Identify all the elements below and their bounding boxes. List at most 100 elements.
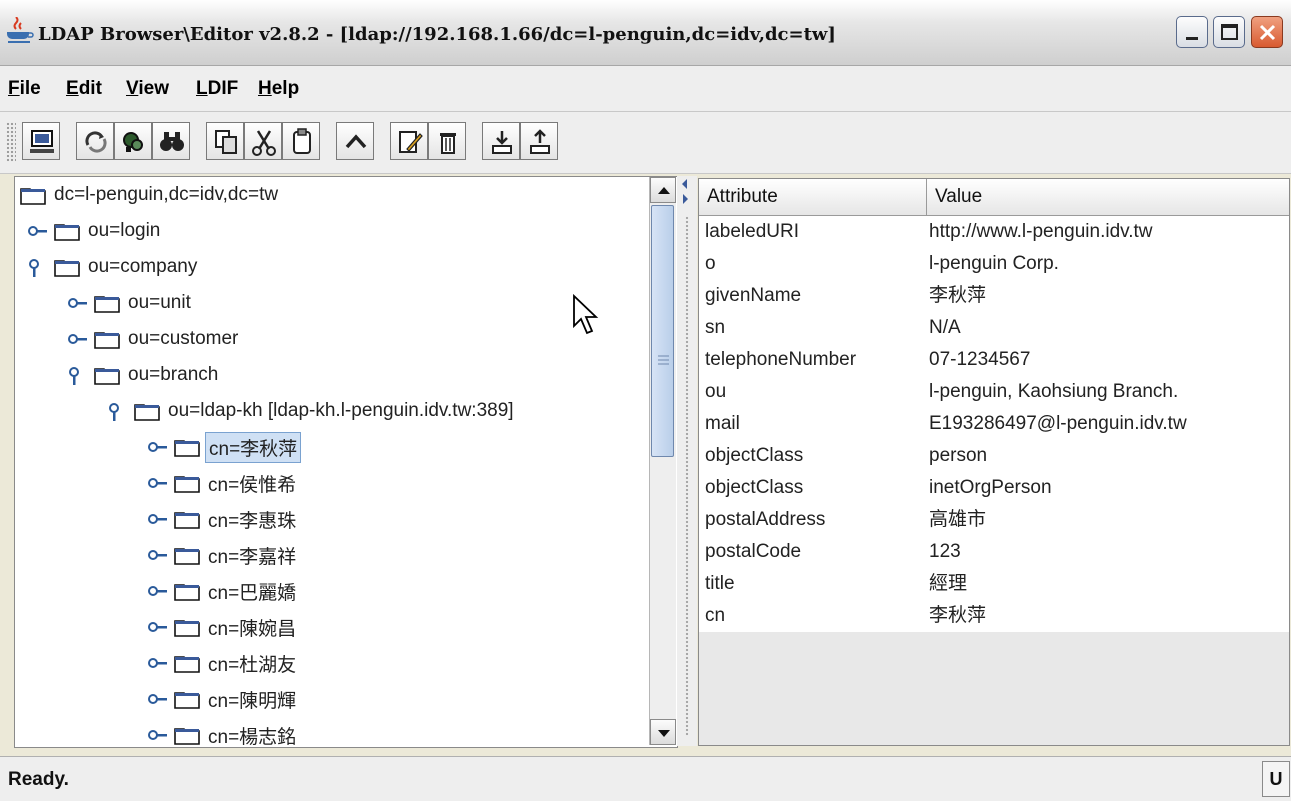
tree-node-label[interactable]: cn=杜湖友: [205, 649, 299, 678]
table-row[interactable]: mail E193286497@l-penguin.idv.tw: [699, 408, 1289, 440]
tree-node[interactable]: cn=陳明輝: [145, 681, 299, 717]
tree-node[interactable]: cn=侯惟希: [145, 465, 299, 501]
tree-node-label[interactable]: ou=branch: [125, 363, 221, 387]
attribute-name-cell[interactable]: sn: [705, 312, 925, 344]
tree-node-label[interactable]: cn=楊志銘: [205, 721, 299, 748]
attribute-value-cell[interactable]: person: [929, 440, 1287, 472]
attribute-name-cell[interactable]: givenName: [705, 280, 925, 312]
edit-button[interactable]: [390, 122, 428, 160]
scroll-thumb[interactable]: [651, 205, 674, 457]
split-pane-divider[interactable]: [677, 176, 697, 746]
tree-collapsed-handle-icon[interactable]: [145, 652, 173, 674]
tree-node-label[interactable]: ou=unit: [125, 291, 194, 315]
tree-node[interactable]: ou=company: [25, 249, 200, 285]
tree-collapsed-handle-icon[interactable]: [145, 616, 173, 638]
tree-node-label[interactable]: cn=李嘉祥: [205, 541, 299, 570]
table-row[interactable]: postalAddress 高雄市: [699, 504, 1289, 536]
attribute-value-cell[interactable]: 高雄市: [929, 504, 1287, 536]
table-row[interactable]: title 經理: [699, 568, 1289, 600]
attribute-value-cell[interactable]: l-penguin, Kaohsiung Branch.: [929, 376, 1287, 408]
search-button[interactable]: [114, 122, 152, 160]
table-row[interactable]: postalCode 123: [699, 536, 1289, 568]
tree-node[interactable]: cn=李嘉祥: [145, 537, 299, 573]
tree-collapsed-handle-icon[interactable]: [145, 688, 173, 710]
attribute-name-cell[interactable]: cn: [705, 600, 925, 632]
attribute-value-cell[interactable]: l-penguin Corp.: [929, 248, 1287, 280]
attribute-value-cell[interactable]: inetOrgPerson: [929, 472, 1287, 504]
attribute-name-cell[interactable]: title: [705, 568, 925, 600]
tree-node[interactable]: cn=楊志銘: [145, 717, 299, 748]
attribute-value-cell[interactable]: E193286497@l-penguin.idv.tw: [929, 408, 1287, 440]
table-row[interactable]: objectClass inetOrgPerson: [699, 472, 1289, 504]
attribute-value-cell[interactable]: 07-1234567: [929, 344, 1287, 376]
tree-vertical-scrollbar[interactable]: [649, 177, 676, 745]
up-button[interactable]: [336, 122, 374, 160]
directory-tree[interactable]: dc=l-penguin,dc=idv,dc=tw ou=login ou=comp…: [14, 176, 678, 748]
tree-node-label[interactable]: ou=ldap-kh [ldap-kh.l-penguin.idv.tw:389…: [165, 399, 517, 423]
tree-collapsed-handle-icon[interactable]: [65, 292, 93, 314]
tree-node[interactable]: ou=login: [25, 213, 163, 249]
tree-collapsed-handle-icon[interactable]: [145, 544, 173, 566]
scroll-down-button[interactable]: [650, 719, 676, 745]
export-button[interactable]: [482, 122, 520, 160]
tree-collapsed-handle-icon[interactable]: [145, 436, 173, 458]
attribute-value-cell[interactable]: http://www.l-penguin.idv.tw: [929, 216, 1287, 248]
tree-node-label[interactable]: cn=陳婉昌: [205, 613, 299, 642]
tree-node[interactable]: cn=陳婉昌: [145, 609, 299, 645]
attribute-name-cell[interactable]: labeledURI: [705, 216, 925, 248]
tree-node[interactable]: ou=customer: [65, 321, 241, 357]
tree-expanded-handle-icon[interactable]: [105, 400, 133, 422]
tree-node-label[interactable]: cn=李惠珠: [205, 505, 299, 534]
scroll-up-button[interactable]: [650, 177, 676, 203]
cut-button[interactable]: [244, 122, 282, 160]
table-row[interactable]: objectClass person: [699, 440, 1289, 472]
table-row[interactable]: sn N/A: [699, 312, 1289, 344]
tree-collapsed-handle-icon[interactable]: [145, 724, 173, 746]
tree-collapsed-handle-icon[interactable]: [25, 220, 53, 242]
tree-expanded-handle-icon[interactable]: [65, 364, 93, 386]
attribute-value-cell[interactable]: 李秋萍: [929, 600, 1287, 632]
tree-collapsed-handle-icon[interactable]: [145, 580, 173, 602]
tree-collapsed-handle-icon[interactable]: [145, 508, 173, 530]
tree-node[interactable]: ou=ldap-kh [ldap-kh.l-penguin.idv.tw:389…: [105, 393, 517, 429]
collapse-arrows-icon[interactable]: [677, 176, 697, 216]
find-button[interactable]: [152, 122, 190, 160]
table-row[interactable]: labeledURI http://www.l-penguin.idv.tw: [699, 216, 1289, 248]
menu-help[interactable]: Help: [258, 78, 299, 100]
attribute-name-cell[interactable]: telephoneNumber: [705, 344, 925, 376]
maximize-button[interactable]: [1213, 16, 1245, 48]
tree-node-label[interactable]: cn=李秋萍: [205, 431, 302, 463]
menu-edit[interactable]: Edit: [66, 78, 102, 100]
tree-node[interactable]: cn=杜湖友: [145, 645, 299, 681]
title-bar[interactable]: LDAP Browser\Editor v2.8.2 - [ldap://192…: [0, 0, 1291, 66]
attribute-name-cell[interactable]: postalCode: [705, 536, 925, 568]
attribute-name-cell[interactable]: ou: [705, 376, 925, 408]
tree-node-label[interactable]: ou=login: [85, 219, 163, 243]
table-row[interactable]: givenName 李秋萍: [699, 280, 1289, 312]
menu-ldif[interactable]: LDIF: [196, 78, 238, 100]
tree-node[interactable]: cn=巴麗嬌: [145, 573, 299, 609]
tree-node[interactable]: cn=李惠珠: [145, 501, 299, 537]
minimize-button[interactable]: [1176, 16, 1208, 48]
copy-button[interactable]: [206, 122, 244, 160]
tree-node-label[interactable]: cn=陳明輝: [205, 685, 299, 714]
tree-node[interactable]: ou=unit: [65, 285, 194, 321]
close-button[interactable]: [1251, 16, 1283, 48]
attribute-name-cell[interactable]: mail: [705, 408, 925, 440]
column-header-attribute[interactable]: Attribute: [699, 179, 927, 215]
paste-button[interactable]: [282, 122, 320, 160]
column-header-value[interactable]: Value: [927, 179, 1289, 215]
toolbar-grip[interactable]: [6, 122, 16, 162]
table-row[interactable]: cn 李秋萍: [699, 600, 1289, 632]
tree-expanded-handle-icon[interactable]: [25, 256, 53, 278]
tree-node-label[interactable]: dc=l-penguin,dc=idv,dc=tw: [51, 183, 281, 207]
tree-node[interactable]: dc=l-penguin,dc=idv,dc=tw: [19, 177, 281, 213]
attribute-value-cell[interactable]: N/A: [929, 312, 1287, 344]
delete-button[interactable]: [428, 122, 466, 160]
refresh-button[interactable]: [76, 122, 114, 160]
import-button[interactable]: [520, 122, 558, 160]
attribute-name-cell[interactable]: o: [705, 248, 925, 280]
table-row[interactable]: ou l-penguin, Kaohsiung Branch.: [699, 376, 1289, 408]
attribute-value-cell[interactable]: 123: [929, 536, 1287, 568]
menu-view[interactable]: View: [126, 78, 169, 100]
